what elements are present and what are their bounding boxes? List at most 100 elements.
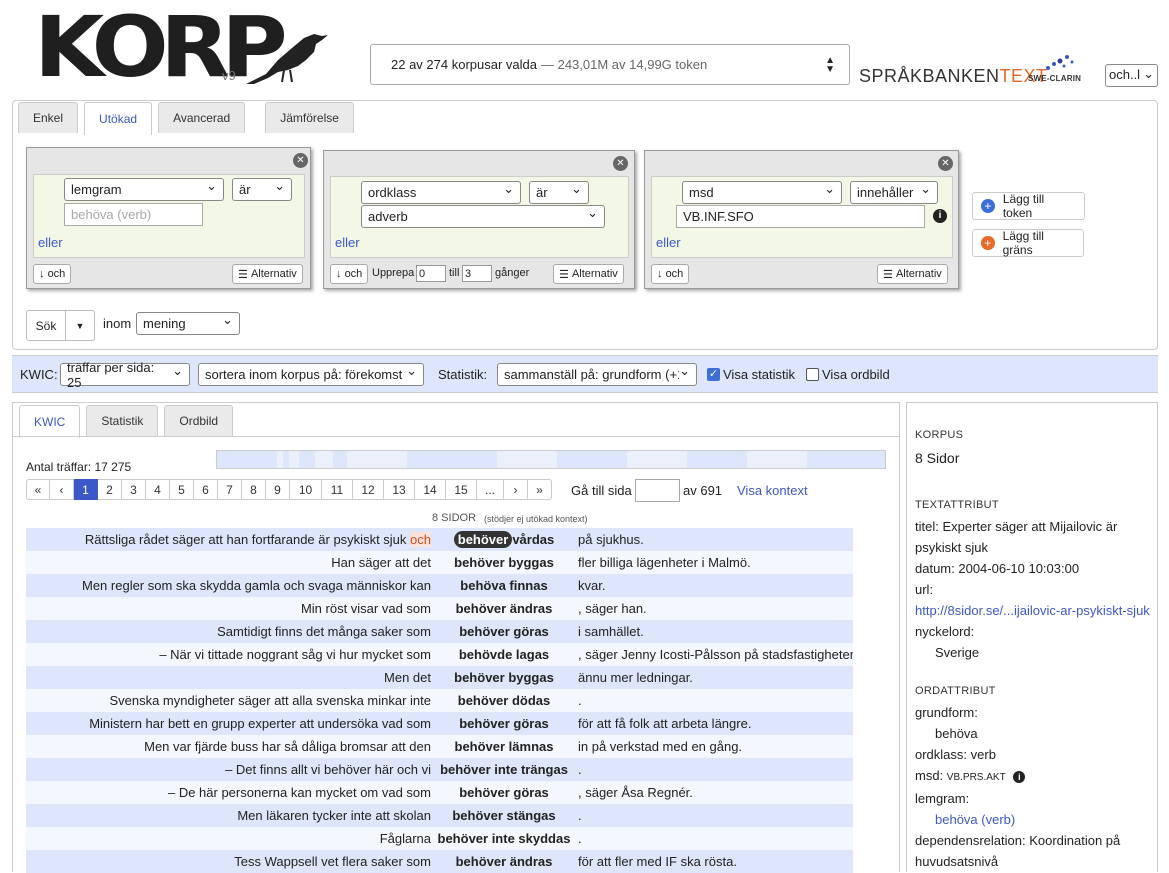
lemgram-link[interactable]: behöva (verb) bbox=[915, 809, 1149, 830]
next-page-button[interactable]: › bbox=[504, 479, 528, 500]
hits-histogram[interactable] bbox=[216, 450, 886, 469]
table-row[interactable]: Men var fjärde buss har så dåliga bromsa… bbox=[26, 735, 853, 758]
table-row[interactable]: Tess Wappsell vet flera saker som behöver… bbox=[26, 850, 853, 873]
page-button[interactable]: 7 bbox=[218, 479, 242, 500]
tab-extended[interactable]: Utökad bbox=[84, 102, 153, 135]
ellipsis-button[interactable]: ... bbox=[477, 479, 504, 500]
korp-logo[interactable]: KORP v9 bbox=[34, 0, 334, 96]
match[interactable]: behöver byggas bbox=[432, 555, 576, 570]
close-icon[interactable]: ✕ bbox=[613, 156, 628, 171]
page-button[interactable]: 15 bbox=[446, 479, 477, 500]
table-row[interactable]: – När vi tittade noggrant såg vi hur myc… bbox=[26, 643, 853, 666]
match[interactable]: behöver göras bbox=[432, 716, 576, 731]
match[interactable]: behöver dödas bbox=[432, 693, 576, 708]
alternatives-button[interactable]: ☰ Alternativ bbox=[553, 264, 624, 284]
repeat-from-input[interactable]: 0 bbox=[416, 265, 446, 282]
page-button[interactable]: 9 bbox=[266, 479, 290, 500]
match[interactable]: behöver inte skyddas bbox=[432, 831, 576, 846]
goto-page-input[interactable] bbox=[635, 479, 680, 502]
page-button[interactable]: 14 bbox=[415, 479, 446, 500]
or-link[interactable]: eller bbox=[38, 235, 63, 250]
page-button[interactable]: 13 bbox=[384, 479, 415, 500]
language-select[interactable]: och..l ⌄ bbox=[1105, 64, 1158, 87]
page-button[interactable]: 8 bbox=[242, 479, 266, 500]
page-button[interactable]: 10 bbox=[290, 479, 322, 500]
table-row[interactable]: Men läkaren tycker inte att skolan behöve… bbox=[26, 804, 853, 827]
tab-compare[interactable]: Jämförelse bbox=[265, 102, 354, 133]
search-button[interactable]: Sök bbox=[27, 311, 66, 340]
prev-page-button[interactable]: ‹ bbox=[50, 479, 74, 500]
and-button[interactable]: ↓ och bbox=[651, 264, 690, 284]
alternatives-button[interactable]: ☰ Alternativ bbox=[232, 264, 303, 284]
table-row[interactable]: Ministern har bett en grupp experter att… bbox=[26, 712, 853, 735]
url-link[interactable]: http://8sidor.se/...ijailovic-ar-psykisk… bbox=[915, 600, 1150, 621]
first-page-button[interactable]: « bbox=[26, 479, 50, 500]
close-icon[interactable]: ✕ bbox=[293, 153, 308, 168]
match[interactable]: behöver lämnas bbox=[432, 739, 576, 754]
repeat-to-input[interactable]: 3 bbox=[462, 265, 492, 282]
table-row[interactable]: Fåglarna behöver inte skyddas. bbox=[26, 827, 853, 850]
match[interactable]: behöver inte trängas bbox=[432, 762, 576, 777]
show-stats-checkbox[interactable]: ✓ bbox=[707, 368, 720, 381]
match-word[interactable]: vårdas bbox=[512, 532, 554, 547]
within-select[interactable]: mening bbox=[136, 312, 240, 335]
attribute-select[interactable]: msd bbox=[682, 181, 842, 204]
alternatives-button[interactable]: ☰ Alternativ bbox=[877, 264, 948, 284]
tab-wordpicture[interactable]: Ordbild bbox=[164, 405, 234, 436]
operator-select[interactable]: är bbox=[529, 181, 589, 204]
value-select[interactable]: adverb bbox=[361, 205, 605, 228]
value-input[interactable]: VB.INF.SFO bbox=[676, 205, 925, 228]
page-button[interactable]: 4 bbox=[146, 479, 170, 500]
match[interactable]: behöver göras bbox=[432, 624, 576, 639]
add-boundary-button[interactable]: + Lägg till gräns bbox=[972, 229, 1084, 257]
page-button[interactable]: 6 bbox=[194, 479, 218, 500]
show-wordpic-checkbox[interactable] bbox=[806, 368, 819, 381]
page-button[interactable]: 3 bbox=[122, 479, 146, 500]
match[interactable]: behöver göras bbox=[432, 785, 576, 800]
hits-per-page-select[interactable]: träffar per sida: 25 bbox=[60, 360, 190, 390]
match[interactable]: behöver ändras bbox=[432, 601, 576, 616]
show-context-link[interactable]: Visa kontext bbox=[737, 483, 808, 498]
value-input[interactable]: behöva (verb) bbox=[64, 203, 203, 226]
tab-advanced[interactable]: Avancerad bbox=[158, 102, 246, 133]
table-row[interactable]: Men det behöver byggas ännu mer ledningar. bbox=[26, 666, 853, 689]
operator-select[interactable]: innehåller bbox=[850, 181, 938, 204]
match-word[interactable]: behöver bbox=[453, 531, 513, 548]
or-link[interactable]: eller bbox=[656, 235, 681, 250]
table-row[interactable]: – De här personerna kan mycket om vad so… bbox=[26, 781, 853, 804]
corpus-chooser[interactable]: 22 av 274 korpusar valda — 243,01M av 14… bbox=[370, 44, 850, 85]
table-row[interactable]: Svenska myndigheter säger att alla svens… bbox=[26, 689, 853, 712]
table-row[interactable]: Han säger att det behöver byggas fler bill… bbox=[26, 551, 853, 574]
or-link[interactable]: eller bbox=[335, 235, 360, 250]
swe-clarin-logo[interactable]: SWE-CLARIN bbox=[1028, 52, 1092, 88]
match[interactable]: behöver stängas bbox=[432, 808, 576, 823]
stats-select[interactable]: sammanställ på: grundform (+1) bbox=[497, 363, 697, 386]
tab-kwic[interactable]: KWIC bbox=[19, 405, 81, 438]
match[interactable]: behöver ändras bbox=[432, 854, 576, 869]
match[interactable]: behöver byggas bbox=[432, 670, 576, 685]
sprakbanken-logo[interactable]: SPRÅKBANKENTEXT bbox=[859, 66, 1048, 87]
tab-simple[interactable]: Enkel bbox=[18, 102, 79, 133]
table-row[interactable]: Min röst visar vad som behöver ändras, sä… bbox=[26, 597, 853, 620]
attribute-select[interactable]: ordklass bbox=[361, 181, 521, 204]
table-row[interactable]: – Det finns allt vi behöver här och vi be… bbox=[26, 758, 853, 781]
table-row[interactable]: Men regler som ska skydda gamla och svag… bbox=[26, 574, 853, 597]
tab-statistics[interactable]: Statistik bbox=[86, 405, 159, 436]
info-icon[interactable]: i bbox=[1013, 771, 1026, 783]
and-button[interactable]: ↓ och bbox=[33, 264, 72, 284]
page-button[interactable]: 2 bbox=[98, 479, 122, 500]
page-button[interactable]: 1 bbox=[74, 479, 98, 500]
attribute-select[interactable]: lemgram bbox=[64, 178, 224, 201]
sort-select[interactable]: sortera inom korpus på: förekomst bbox=[198, 363, 424, 386]
page-button[interactable]: 5 bbox=[170, 479, 194, 500]
match[interactable]: behövde lagas bbox=[432, 647, 576, 662]
table-row[interactable]: Rättsliga rådet säger att han fortfarand… bbox=[26, 528, 853, 551]
page-button[interactable]: 12 bbox=[353, 479, 384, 500]
left-context-word[interactable]: och bbox=[410, 532, 431, 547]
last-page-button[interactable]: » bbox=[528, 479, 552, 500]
match[interactable]: behöva finnas bbox=[432, 578, 576, 593]
table-row[interactable]: Samtidigt finns det många saker som behöv… bbox=[26, 620, 853, 643]
close-icon[interactable]: ✕ bbox=[938, 156, 953, 171]
and-button[interactable]: ↓ och bbox=[330, 264, 369, 284]
add-token-button[interactable]: + Lägg till token bbox=[972, 192, 1085, 220]
